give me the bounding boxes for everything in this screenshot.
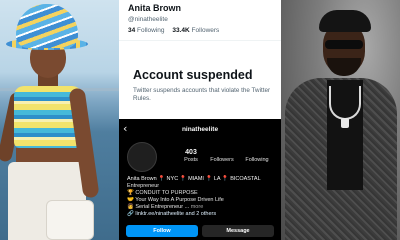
left-photo xyxy=(0,0,119,240)
black-cap xyxy=(319,10,371,32)
following-label[interactable]: Following xyxy=(137,27,164,34)
account-suspended-title: Account suspended xyxy=(133,68,253,82)
beard xyxy=(327,58,361,76)
instagram-profile: ‹ ninatheelite 403 Posts Followers Follo… xyxy=(119,119,281,240)
follow-button[interactable]: Follow xyxy=(126,225,198,237)
bucket-hat xyxy=(16,4,78,48)
sunglasses xyxy=(325,40,363,49)
profile-handle: @ninatheelite xyxy=(128,16,168,23)
posts-stat[interactable]: 403 Posts xyxy=(177,149,205,163)
message-button[interactable]: Message xyxy=(202,225,274,237)
bio-line: 🏆 CONDUIT TO PURPOSE xyxy=(127,190,198,196)
follow-stats: 34 Following 33.4K Followers xyxy=(128,27,219,34)
bio-line: 👩 Serial Entrepreneur ... xyxy=(127,204,190,210)
posts-label: Posts xyxy=(184,157,198,163)
profile-username: ninatheelite xyxy=(181,126,219,133)
bio-name-line: Anita Brown 📍 NYC 📍 MIAMI 📍 LA 📍 BICOAST… xyxy=(127,176,261,182)
divider xyxy=(119,40,281,41)
white-handbag xyxy=(46,200,94,240)
posts-count: 403 xyxy=(185,149,197,156)
silver-chain xyxy=(329,86,361,120)
profile-link[interactable]: 🔗 linktr.ee/ninatheelite and 2 others xyxy=(127,211,216,217)
profile-display-name: Anita Brown xyxy=(128,3,181,13)
followers-label[interactable]: Followers xyxy=(192,27,220,34)
following-stat[interactable]: Following xyxy=(239,149,275,163)
following-label: Following xyxy=(245,157,269,163)
followers-count[interactable]: 33.4K xyxy=(172,27,189,34)
followers-stat[interactable]: Followers xyxy=(205,149,239,163)
bio-line-last: 👩 Serial Entrepreneur ... more xyxy=(127,204,203,210)
bio-line: 🤝 Your Way Into A Purpose Driven Life xyxy=(127,197,224,203)
account-suspended-description: Twitter suspends accounts that violate t… xyxy=(133,87,271,102)
profile-screenshots: Anita Brown @ninatheelite 34 Following 3… xyxy=(119,0,281,240)
followers-label: Followers xyxy=(210,157,234,163)
pendant xyxy=(341,118,349,128)
bio-line: Entrepreneur xyxy=(127,183,160,189)
following-count[interactable]: 34 xyxy=(128,27,135,34)
right-photo xyxy=(281,0,400,240)
avatar[interactable] xyxy=(127,142,157,172)
bio-more-link[interactable]: more xyxy=(191,204,204,210)
twitter-profile: Anita Brown @ninatheelite 34 Following 3… xyxy=(119,0,281,119)
